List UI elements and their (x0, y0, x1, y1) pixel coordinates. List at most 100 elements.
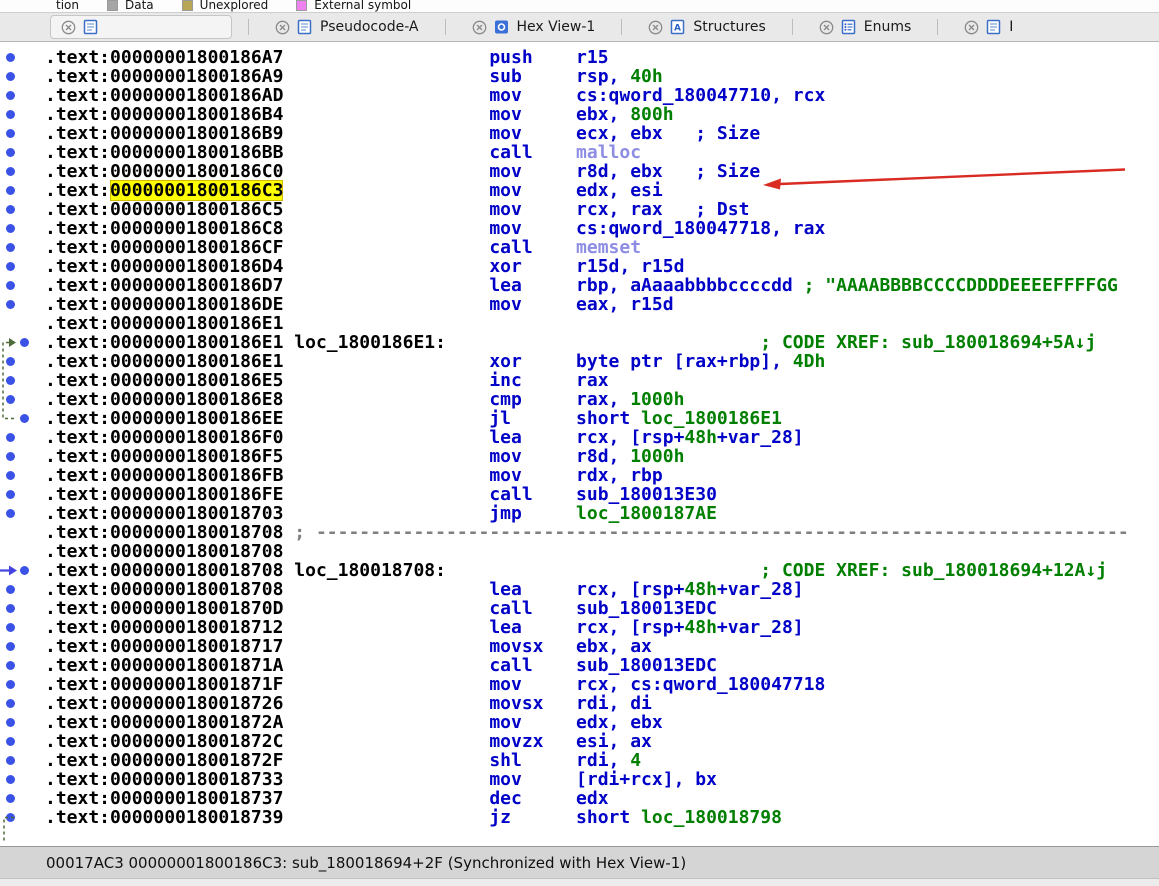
listing-line[interactable]: .text:00000001800186BB call malloc (0, 143, 1159, 162)
breakpoint-dot[interactable] (6, 623, 15, 632)
tab-pseudocode-a[interactable]: Pseudocode-A (265, 15, 429, 39)
listing-line[interactable]: .text:00000001800186E5 inc rax (0, 371, 1159, 390)
tab-i[interactable]: I (954, 15, 1023, 39)
tab-enums[interactable]: Enums (809, 15, 922, 39)
listing-line[interactable]: .text:00000001800186A7 push r15 (0, 48, 1159, 67)
close-tab-icon[interactable] (819, 20, 834, 35)
listing-line[interactable]: .text:00000001800186B4 mov ebx, 800h (0, 105, 1159, 124)
breakpoint-dot[interactable] (6, 205, 15, 214)
listing-line[interactable]: .text:00000001800186FE call sub_180013E3… (0, 485, 1159, 504)
breakpoint-dot[interactable] (6, 490, 15, 499)
listing-line[interactable]: .text:000000018001870D call sub_180013ED… (0, 599, 1159, 618)
listing-token-addr: 0000000180018708 (110, 522, 283, 543)
listing-token-addr: 00000001800186B9 (110, 123, 283, 144)
breakpoint-dot[interactable] (20, 338, 29, 347)
listing-line[interactable]: .text:00000001800186C0 mov r8d, ebx ; Si… (0, 162, 1159, 181)
listing-line[interactable]: .text:0000000180018717 movsx ebx, ax (0, 637, 1159, 656)
listing-line[interactable]: .text:00000001800186CF call memset (0, 238, 1159, 257)
breakpoint-dot[interactable] (6, 471, 15, 480)
listing-line[interactable]: .text:00000001800186A9 sub rsp, 40h (0, 67, 1159, 86)
listing-line[interactable]: .text:00000001800186E8 cmp rax, 1000h (0, 390, 1159, 409)
listing-line[interactable]: .text:00000001800186E1 loc_1800186E1: ; … (0, 333, 1159, 352)
breakpoint-dot[interactable] (6, 509, 15, 518)
breakpoint-dot[interactable] (6, 376, 15, 385)
breakpoint-dot[interactable] (6, 661, 15, 670)
close-tab-icon[interactable] (472, 20, 487, 35)
breakpoint-dot[interactable] (6, 186, 15, 195)
breakpoint-dot[interactable] (6, 110, 15, 119)
listing-line[interactable]: .text:00000001800186D4 xor r15d, r15d (0, 257, 1159, 276)
tab-ida-view[interactable] (50, 15, 232, 39)
listing-line[interactable]: .text:000000018001871A call sub_180013ED… (0, 656, 1159, 675)
tab-hex-view-1[interactable]: Hex View-1 (462, 15, 606, 39)
listing-line[interactable]: .text:00000001800186C8 mov cs:qword_1800… (0, 219, 1159, 238)
breakpoint-dot[interactable] (6, 243, 15, 252)
listing-line[interactable]: .text:00000001800186EE jl short loc_1800… (0, 409, 1159, 428)
listing-line[interactable]: .text:0000000180018737 dec edx (0, 789, 1159, 808)
line-text: .text:00000001800186F5 mov r8d, 1000h (45, 447, 684, 466)
listing-line[interactable]: .text:00000001800186FB mov rdx, rbp (0, 466, 1159, 485)
listing-line[interactable]: .text:00000001800186AD mov cs:qword_1800… (0, 86, 1159, 105)
breakpoint-dot[interactable] (6, 262, 15, 271)
breakpoint-dot[interactable] (6, 167, 15, 176)
listing-line[interactable]: .text:00000001800186DE mov eax, r15d (0, 295, 1159, 314)
close-tab-icon[interactable] (964, 20, 979, 35)
listing-line[interactable]: .text:0000000180018703 jmp loc_1800187AE (0, 504, 1159, 523)
listing-token-addr (283, 389, 489, 410)
listing-line[interactable]: .text:000000018001871F mov rcx, cs:qword… (0, 675, 1159, 694)
close-tab-icon[interactable] (275, 20, 290, 35)
listing-line[interactable]: .text:000000018001872A mov edx, ebx (0, 713, 1159, 732)
breakpoint-dot[interactable] (6, 281, 15, 290)
breakpoint-dot[interactable] (20, 566, 29, 575)
listing-token-addr: 00000001800186A9 (110, 66, 283, 87)
breakpoint-dot[interactable] (6, 642, 15, 651)
listing-line[interactable]: .text:00000001800186B9 mov ecx, ebx ; Si… (0, 124, 1159, 143)
breakpoint-dot[interactable] (20, 414, 29, 423)
breakpoint-dot[interactable] (6, 53, 15, 62)
breakpoint-dot[interactable] (6, 718, 15, 727)
listing-line[interactable]: .text:0000000180018708 ; ---------------… (0, 523, 1159, 542)
listing-line[interactable]: .text:00000001800186E1 xor byte ptr [rax… (0, 352, 1159, 371)
breakpoint-dot[interactable] (6, 433, 15, 442)
breakpoint-dot[interactable] (6, 357, 15, 366)
breakpoint-dot[interactable] (6, 756, 15, 765)
listing-line[interactable]: .text:00000001800186C5 mov rcx, rax ; Ds… (0, 200, 1159, 219)
line-gutter (0, 599, 45, 618)
listing-line[interactable]: .text:0000000180018726 movsx rdi, di (0, 694, 1159, 713)
listing-token-op: eax, r15d (576, 294, 674, 315)
breakpoint-dot[interactable] (6, 737, 15, 746)
listing-line[interactable]: .text:000000018001872F shl rdi, 4 (0, 751, 1159, 770)
breakpoint-dot[interactable] (6, 585, 15, 594)
listing-line[interactable]: .text:000000018001872C movzx esi, ax (0, 732, 1159, 751)
listing-line[interactable]: .text:0000000180018708 loc_180018708: ; … (0, 561, 1159, 580)
breakpoint-dot[interactable] (6, 224, 15, 233)
listing-line[interactable]: .text:00000001800186C3 mov edx, esi (0, 181, 1159, 200)
listing-line[interactable]: .text:00000001800186D7 lea rbp, aAaaabbb… (0, 276, 1159, 295)
listing-line[interactable]: .text:0000000180018739 jz short loc_1800… (0, 808, 1159, 827)
breakpoint-dot[interactable] (6, 604, 15, 613)
close-tab-icon[interactable] (648, 20, 663, 35)
breakpoint-dot[interactable] (6, 300, 15, 309)
listing-line[interactable]: .text:0000000180018708 (0, 542, 1159, 561)
breakpoint-dot[interactable] (6, 794, 15, 803)
tab-structures[interactable]: AStructures (638, 15, 775, 39)
breakpoint-dot[interactable] (6, 680, 15, 689)
breakpoint-dot[interactable] (6, 775, 15, 784)
breakpoint-dot[interactable] (6, 148, 15, 157)
listing-line[interactable]: .text:00000001800186F5 mov r8d, 1000h (0, 447, 1159, 466)
listing-line[interactable]: .text:00000001800186F0 lea rcx, [rsp+48h… (0, 428, 1159, 447)
breakpoint-dot[interactable] (6, 72, 15, 81)
listing-line[interactable]: .text:00000001800186E1 (0, 314, 1159, 333)
breakpoint-dot[interactable] (6, 395, 15, 404)
breakpoint-dot[interactable] (6, 813, 15, 822)
breakpoint-dot[interactable] (6, 452, 15, 461)
breakpoint-dot[interactable] (6, 129, 15, 138)
listing-line[interactable]: .text:0000000180018712 lea rcx, [rsp+48h… (0, 618, 1159, 637)
listing-line[interactable]: .text:0000000180018708 lea rcx, [rsp+48h… (0, 580, 1159, 599)
close-tab-icon[interactable] (61, 20, 76, 35)
listing-token-num: 800h (630, 104, 673, 125)
listing-line[interactable]: .text:0000000180018733 mov [rdi+rcx], bx (0, 770, 1159, 789)
tab-label: Pseudocode-A (320, 19, 419, 35)
breakpoint-dot[interactable] (6, 699, 15, 708)
breakpoint-dot[interactable] (6, 91, 15, 100)
